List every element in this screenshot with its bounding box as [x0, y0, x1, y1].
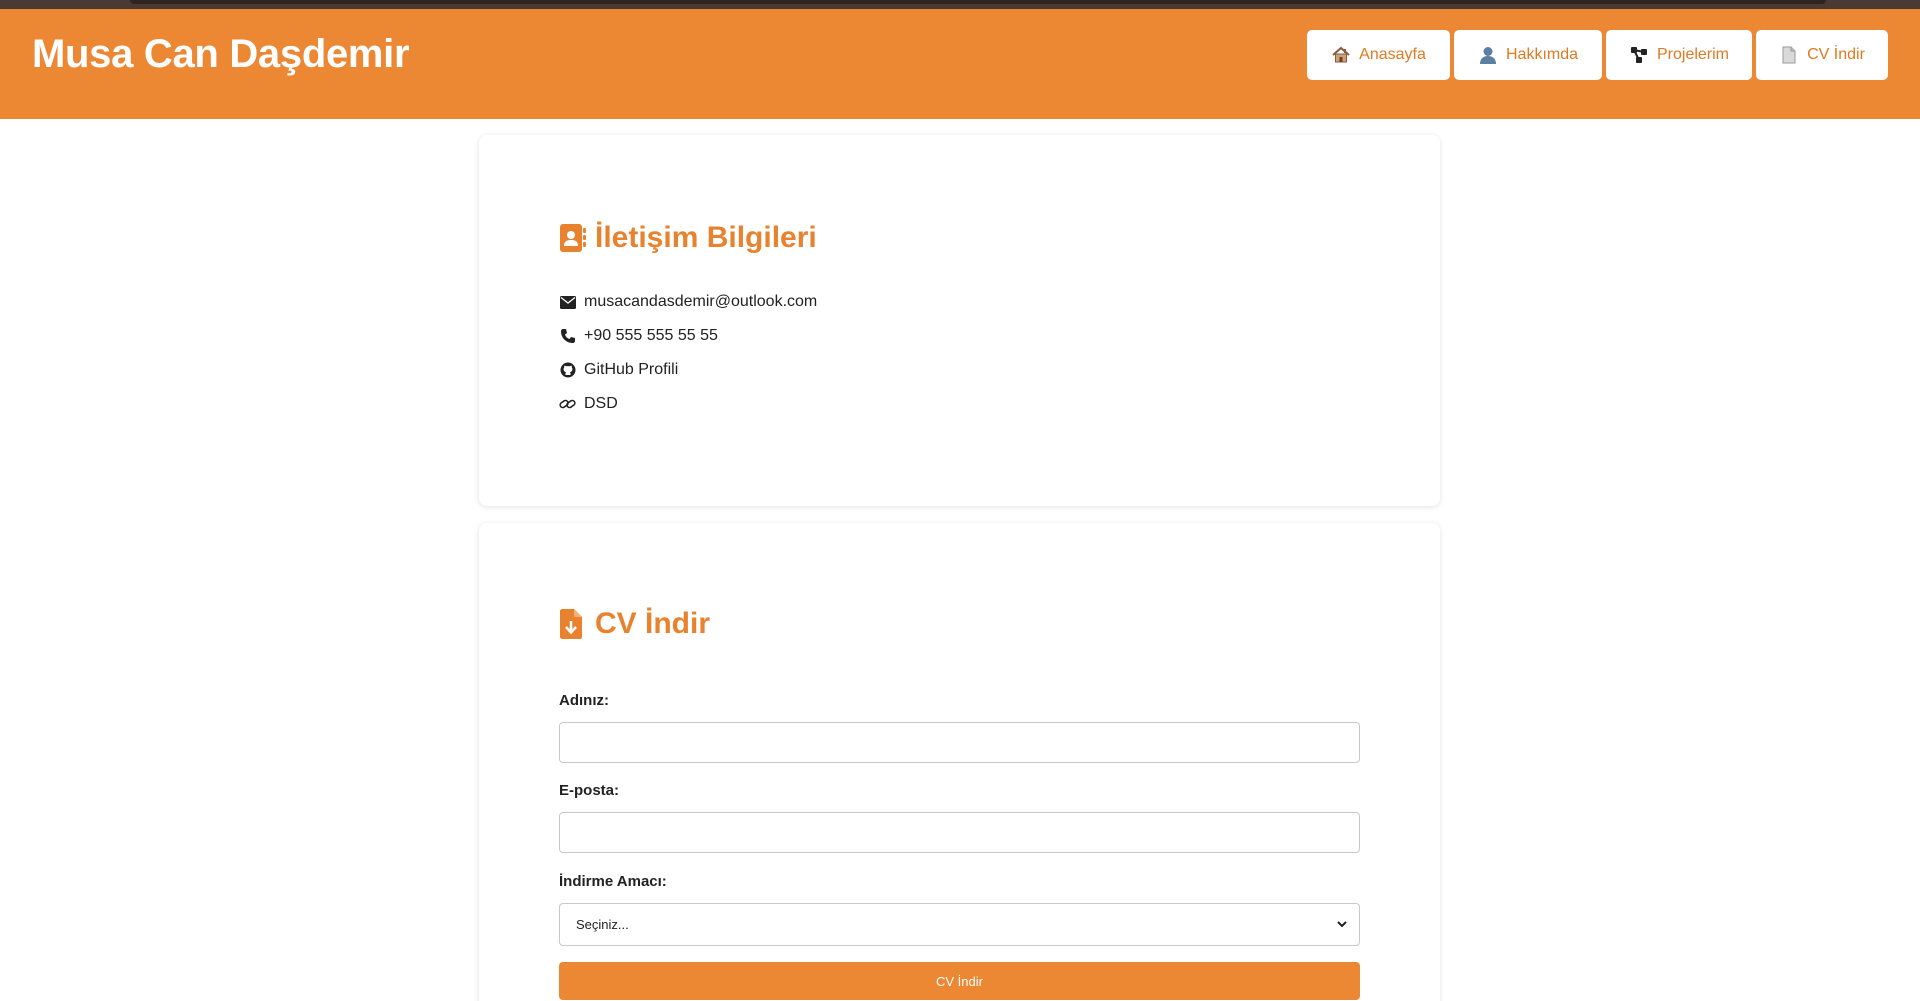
top-strip-inner: [130, 0, 1826, 4]
nav-projects-button[interactable]: Projelerim: [1606, 30, 1752, 80]
name-label: Adınız:: [559, 692, 609, 709]
document-icon: [1779, 45, 1799, 65]
contact-list: musacandasdemir@outlook.com +90 555 555 …: [559, 285, 817, 421]
address-book-icon: [559, 222, 587, 254]
nav-about-label: Hakkımda: [1505, 46, 1579, 63]
share-nodes-icon: [1629, 45, 1649, 65]
nav-cv-button[interactable]: CV İndir: [1756, 30, 1888, 80]
cv-heading: CV İndir: [559, 607, 710, 641]
purpose-select[interactable]: Seçiniz...: [559, 903, 1360, 946]
email-input[interactable]: [559, 812, 1360, 853]
purpose-label: İndirme Amacı:: [559, 873, 667, 890]
browser-top-strip: [0, 0, 1920, 9]
contact-title: İletişim Bilgileri: [595, 221, 817, 254]
cv-download-card: CV İndir Adınız: E-posta: İndirme Amacı:…: [479, 523, 1440, 1001]
nav-home-label: Anasayfa: [1359, 46, 1426, 63]
contact-phone-item: +90 555 555 55 55: [559, 319, 817, 353]
contact-website-item: DSD: [559, 387, 817, 421]
contact-github-link[interactable]: GitHub Profili: [584, 361, 678, 379]
nav-cv-label: CV İndir: [1807, 46, 1865, 63]
contact-email-link[interactable]: musacandasdemir@outlook.com: [584, 293, 817, 311]
cv-title: CV İndir: [595, 607, 711, 640]
nav-about-button[interactable]: Hakkımda: [1454, 30, 1602, 80]
email-label: E-posta:: [559, 782, 619, 799]
contact-phone-text: +90 555 555 55 55: [584, 327, 718, 344]
site-title: Musa Can Daşdemir: [32, 32, 410, 76]
contact-website-link[interactable]: DSD: [584, 395, 618, 413]
person-icon: [1478, 45, 1498, 65]
nav-home-button[interactable]: Anasayfa: [1307, 30, 1450, 80]
file-download-icon: [559, 608, 587, 640]
nav-projects-label: Projelerim: [1656, 46, 1729, 63]
contact-github-item: GitHub Profili: [559, 353, 817, 387]
name-input[interactable]: [559, 722, 1360, 763]
contact-heading: İletişim Bilgileri: [559, 221, 817, 255]
envelope-icon: [559, 294, 576, 311]
cv-download-submit-button[interactable]: CV İndir: [559, 962, 1360, 1000]
site-header: Musa Can Daşdemir Anasayfa Hakkımda Proj…: [0, 9, 1920, 119]
main-nav: Anasayfa Hakkımda Projelerim CV İndir: [1307, 30, 1888, 80]
github-icon: [559, 362, 576, 379]
purpose-selected-value: Seçiniz...: [576, 917, 629, 932]
house-icon: [1331, 45, 1351, 65]
link-icon: [559, 396, 576, 413]
contact-email-item: musacandasdemir@outlook.com: [559, 285, 817, 319]
chevron-down-icon: [1335, 917, 1349, 931]
contact-card: İletişim Bilgileri musacandasdemir@outlo…: [479, 135, 1440, 506]
phone-icon: [559, 328, 576, 345]
